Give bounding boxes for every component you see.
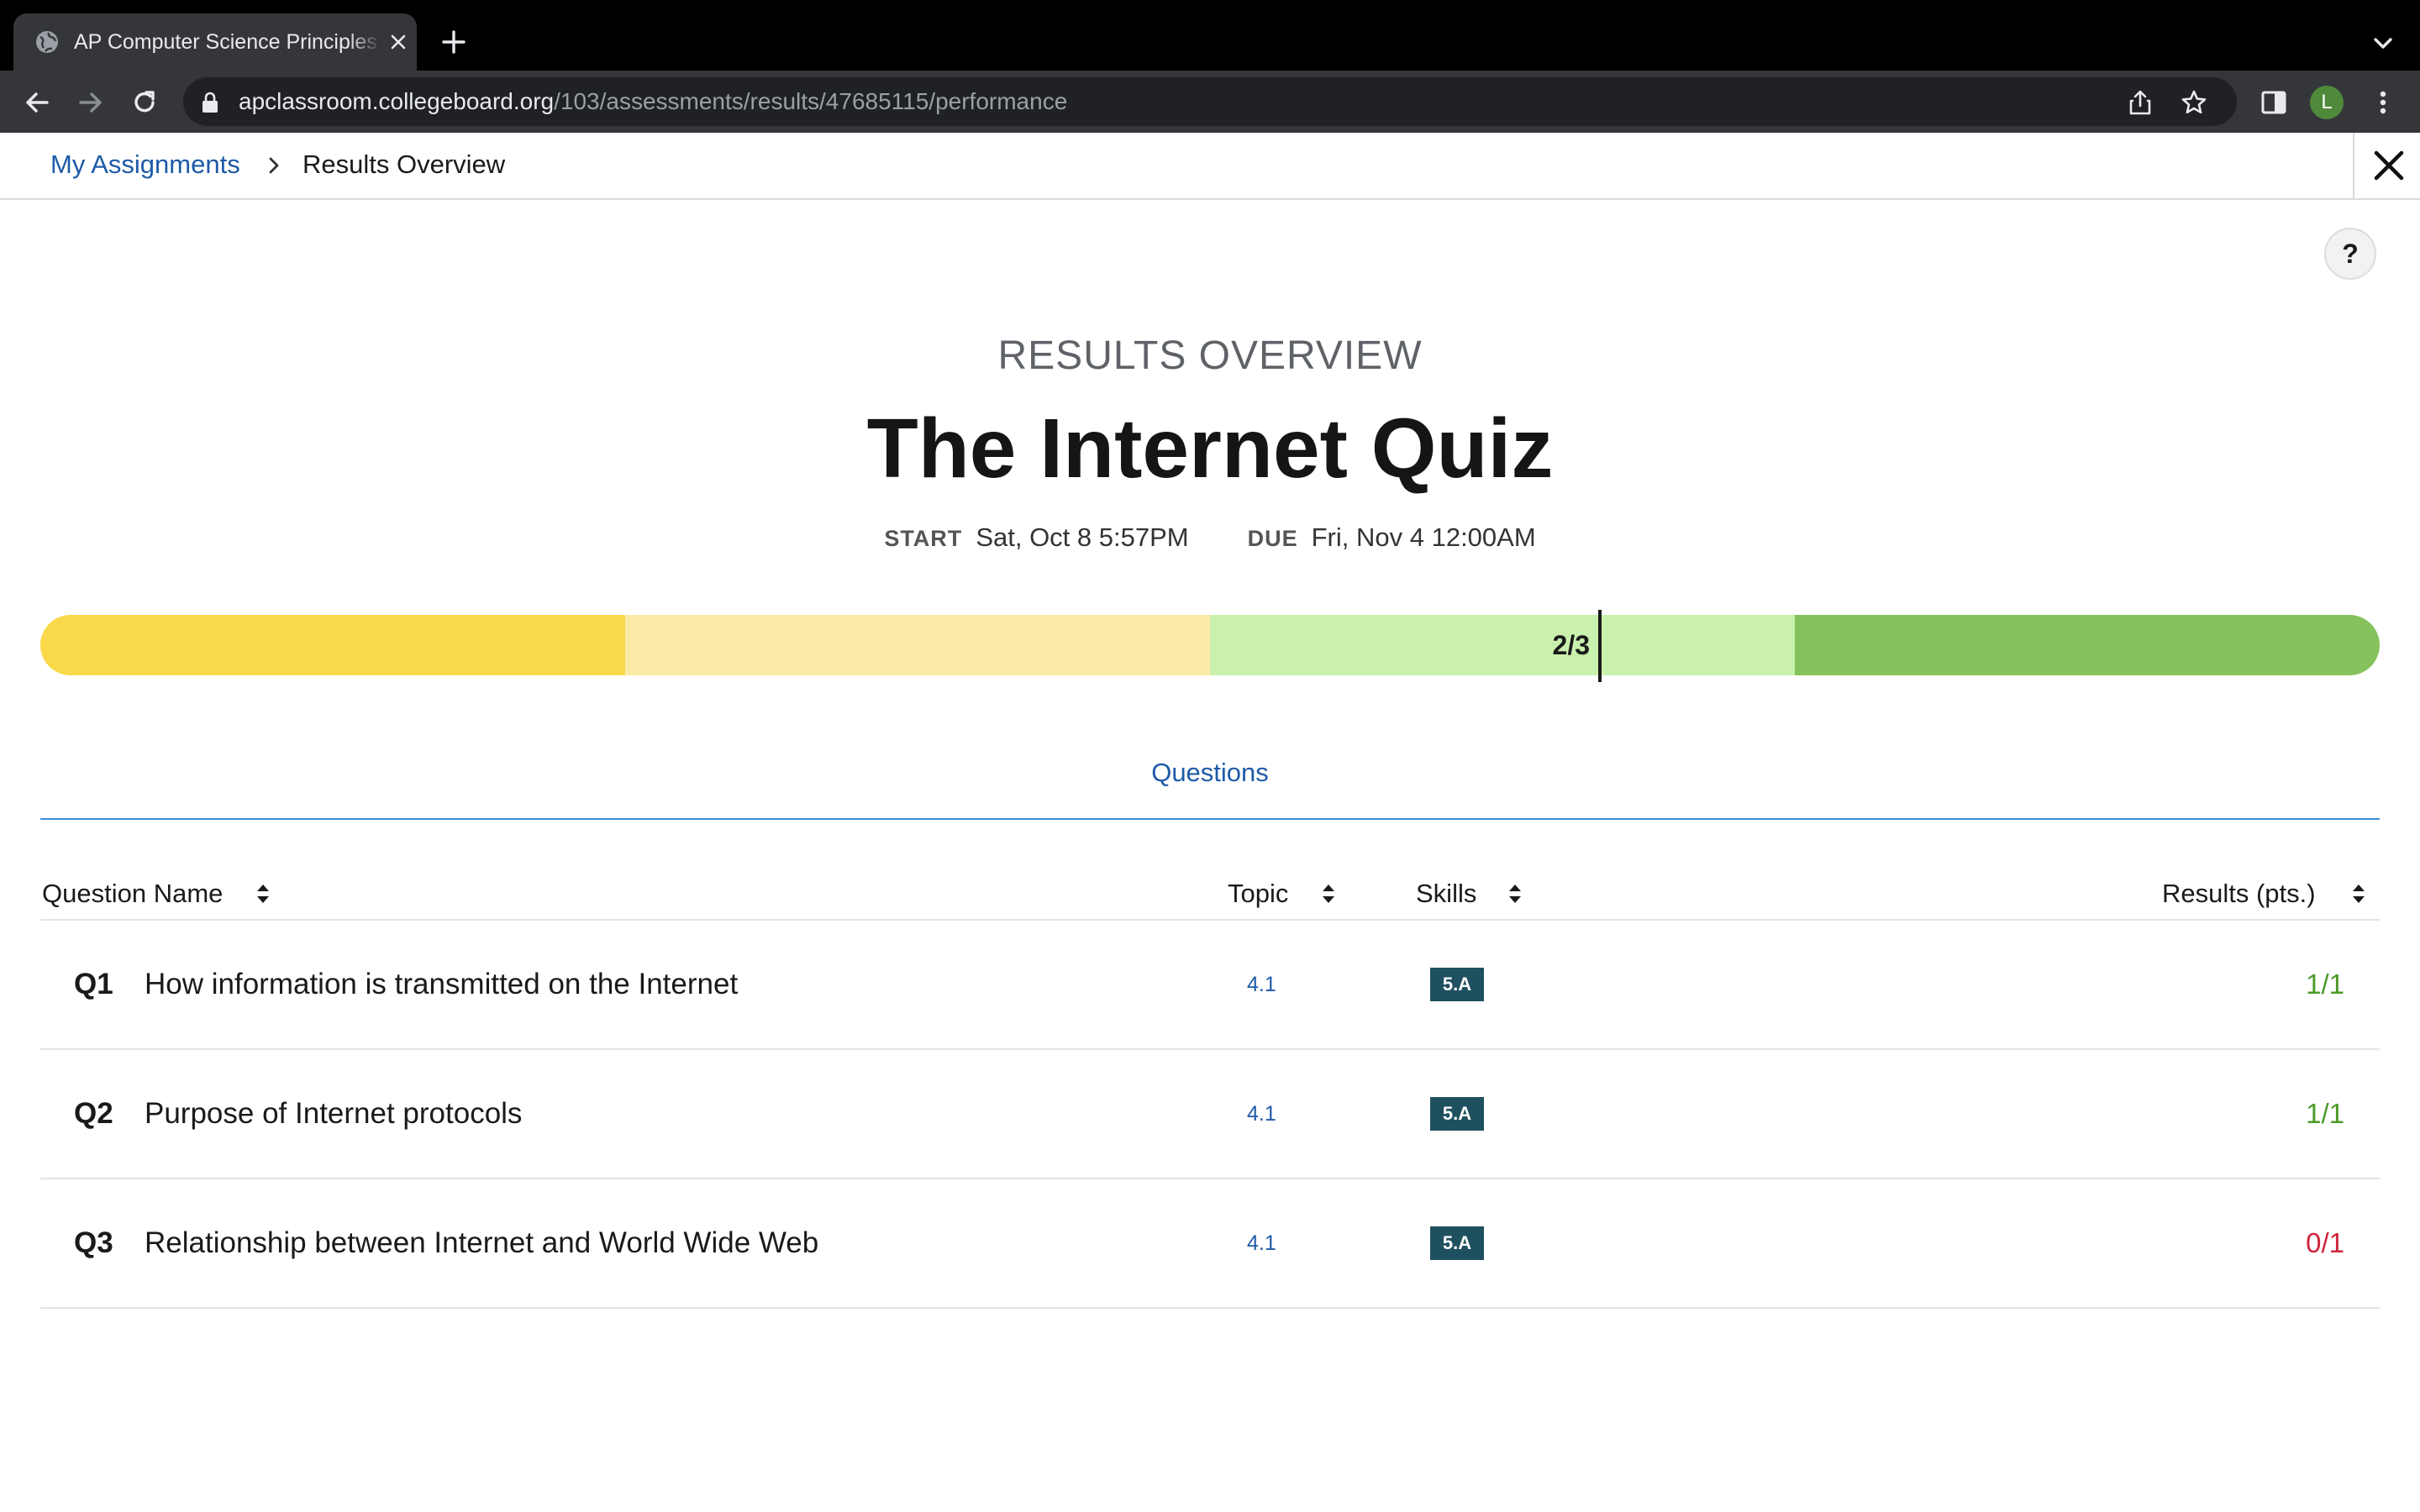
lock-icon[interactable] [200,92,220,113]
score-bar-segment [625,615,1210,675]
question-name[interactable]: Purpose of Internet protocols [145,1095,522,1132]
topic-link[interactable]: 4.1 [1247,1099,1276,1129]
tab-list: Questions [40,739,2380,820]
table-row[interactable]: Q1 How information is transmitted on the… [40,921,2380,1050]
question-name[interactable]: How information is transmitted on the In… [145,966,738,1003]
sort-icon[interactable] [1321,880,1336,907]
start-label: START [884,526,963,551]
browser-tab-strip: AP Computer Science Principles [0,0,2420,71]
column-header-results[interactable]: Results (pts.) [2162,877,2316,911]
question-name[interactable]: Relationship between Internet and World … [145,1225,818,1262]
question-number: Q1 [74,968,113,1000]
new-tab-icon[interactable] [437,25,471,59]
tab-questions[interactable]: Questions [40,756,2380,790]
sort-icon[interactable] [1507,880,1523,907]
result-points: 1/1 [2306,969,2344,1000]
table-row[interactable]: Q3 Relationship between Internet and Wor… [40,1179,2380,1309]
column-header-skills[interactable]: Skills [1416,877,1476,911]
skill-badge: 5.A [1430,968,1484,1001]
start-date: Sat, Oct 8 5:57PM [976,522,1189,552]
sort-icon[interactable] [2351,880,2366,907]
table-header: Question Name Topic Skills Results (pts.… [40,865,2380,921]
close-button[interactable] [2353,133,2420,198]
result-points: 0/1 [2306,1227,2344,1258]
url-host: apclassroom.collegeboard.org [239,88,555,114]
breadcrumb-my-assignments[interactable]: My Assignments [50,148,240,181]
skill-badge: 5.A [1430,1097,1484,1131]
due-date: Fri, Nov 4 12:00AM [1311,522,1536,552]
close-icon [2374,150,2404,181]
page-eyebrow: RESULTS OVERVIEW [997,333,1423,378]
skill-badge: 5.A [1430,1226,1484,1260]
browser-tab-title: AP Computer Science Principles [74,29,381,55]
browser-tab[interactable]: AP Computer Science Principles [13,13,417,71]
side-panel-icon[interactable] [2257,86,2291,119]
topic-link[interactable]: 4.1 [1247,969,1276,1000]
column-header-question-name[interactable]: Question Name [42,877,223,911]
score-bar-segment [1795,615,2380,675]
close-tab-icon[interactable] [385,29,412,55]
help-button[interactable]: ? [2324,228,2376,280]
result-points: 1/1 [2306,1098,2344,1129]
score-label: 2/3 [1552,630,1590,660]
question-number: Q2 [74,1097,113,1130]
url-text[interactable]: apclassroom.collegeboard.org/103/assessm… [239,87,1067,116]
question-number: Q3 [74,1226,113,1259]
sort-icon[interactable] [255,880,271,907]
chevron-down-icon[interactable] [2366,27,2400,60]
table-row[interactable]: Q2 Purpose of Internet protocols 4.1 5.A… [40,1050,2380,1179]
score-bar-segment [40,615,625,675]
breadcrumb-current: Results Overview [302,150,506,179]
reload-icon[interactable] [128,86,161,119]
score-bar-segment [1210,615,1795,675]
globe-icon [36,31,58,53]
more-menu-icon[interactable] [2366,86,2400,119]
page-title: The Internet Quiz [866,402,1554,496]
breadcrumb: My Assignments Results Overview [0,133,2420,200]
address-bar[interactable]: apclassroom.collegeboard.org/103/assessm… [183,77,2237,126]
due-label: DUE [1247,526,1298,551]
score-marker [1598,610,1602,682]
assignment-dates: START Sat, Oct 8 5:57PM DUE Fri, Nov 4 12:0… [0,521,2420,555]
browser-toolbar: apclassroom.collegeboard.org/103/assessm… [0,71,2420,133]
column-header-topic[interactable]: Topic [1228,877,1288,911]
topic-link[interactable]: 4.1 [1247,1228,1276,1258]
share-icon[interactable] [2126,88,2154,117]
forward-icon[interactable] [74,86,108,119]
chevron-right-icon [269,157,279,174]
profile-avatar[interactable]: L [2310,86,2344,119]
back-icon[interactable] [20,86,54,119]
score-bar [40,615,2380,675]
star-icon[interactable] [2180,88,2208,117]
url-path: /103/assessments/results/47685115/perfor… [554,88,1068,114]
